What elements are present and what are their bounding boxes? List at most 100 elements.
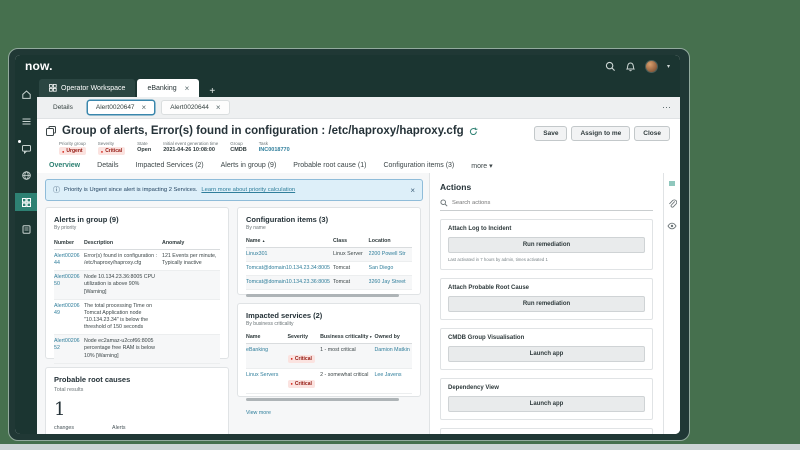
table-row[interactable]: Linux301 Linux Server 2200 Powell Str — [246, 248, 412, 263]
task-link[interactable]: INC0018770 — [259, 147, 290, 153]
red-dot-icon: ● — [100, 148, 104, 154]
total-results-label: Total results — [54, 387, 84, 393]
alerts-in-group-card: Alerts in group (9) By priority Number D… — [45, 207, 229, 379]
subtab-alert0020647[interactable]: Alert0020647 × — [86, 100, 156, 115]
overview-content: ⓘ Priority is Urgent since alert is impa… — [37, 173, 680, 434]
subtab-alert0020644[interactable]: Alert0020644 × — [161, 100, 230, 115]
close-button[interactable]: Close — [634, 126, 670, 141]
table-row[interactable]: Alert0020649 The total processing Time o… — [54, 300, 220, 336]
col-header-sortable[interactable]: Business criticality ▾ — [320, 334, 374, 340]
user-avatar[interactable] — [644, 59, 658, 73]
save-button[interactable]: Save — [534, 126, 568, 141]
add-tab-button[interactable]: + — [209, 86, 215, 97]
table-row[interactable]: eBanking ● Critical 1 - most critical Dam… — [246, 344, 412, 369]
panel-indicator-icon[interactable] — [669, 181, 675, 186]
service-owner-link[interactable]: Damion Matkin — [374, 347, 412, 365]
col-header[interactable]: Number — [54, 240, 84, 246]
app-sidebar — [15, 77, 37, 434]
col-header[interactable]: Anomaly — [162, 240, 218, 246]
run-remediation-button[interactable]: Run remediation — [448, 237, 645, 253]
launch-app-button[interactable]: Launch app — [448, 346, 645, 362]
alert-group-icon — [45, 125, 57, 137]
record-tab-bar: Details Alert0020647 × Alert0020644 × ⋯ — [37, 97, 680, 119]
meta-label: Severity — [97, 141, 115, 146]
subtab-details[interactable]: Details — [45, 100, 81, 115]
tab-operator-workspace[interactable]: Operator Workspace — [39, 79, 136, 97]
col-header-sortable[interactable]: Name ▲ — [246, 238, 333, 244]
service-owner-link[interactable]: Lee Javens — [374, 372, 412, 390]
ci-name-link[interactable]: Tomcat@domain10.134.23.34:8005 — [246, 265, 333, 272]
col-header[interactable]: Description — [84, 240, 162, 246]
ci-name-link[interactable]: Linux301 — [246, 251, 333, 258]
globe-dashboard-icon[interactable] — [15, 166, 37, 184]
priority-calculation-link[interactable]: Learn more about priority calculation — [201, 187, 295, 193]
meta-label: Priority group — [59, 141, 86, 146]
list-menu-icon[interactable] — [15, 112, 37, 130]
home-icon[interactable] — [15, 85, 37, 103]
top-chrome-bar: now. ▾ — [15, 55, 680, 77]
alert-number-link[interactable]: Alert0020644 — [54, 253, 84, 267]
close-subtab-icon[interactable]: × — [216, 103, 221, 112]
table-row[interactable]: Alert0020650 Node 10.134.23.36:8005 CPU … — [54, 271, 220, 300]
probable-root-causes-card: Probable root causes Total results 1 cha… — [45, 367, 229, 434]
workspace-grid-icon[interactable] — [15, 193, 37, 211]
card-title: Configuration items (3) — [246, 215, 329, 224]
desktop-bottom-strip — [0, 444, 800, 450]
paperclip-attachment-icon[interactable] — [668, 199, 677, 209]
event-time-value: 2021-04-26 10:08:00 — [163, 147, 215, 153]
service-name-link[interactable]: eBanking — [246, 347, 288, 365]
eye-watch-icon[interactable] — [667, 222, 677, 230]
col-header[interactable]: Owned by — [374, 334, 412, 340]
horizontal-scrollbar[interactable] — [246, 294, 399, 298]
col-header[interactable]: Class — [333, 238, 369, 244]
close-tab-icon[interactable]: × — [185, 84, 190, 93]
col-header[interactable]: Name — [246, 334, 288, 340]
main-area: Operator Workspace eBanking × + Details … — [37, 77, 680, 434]
alert-number-link[interactable]: Alert0020649 — [54, 303, 84, 332]
col-header[interactable]: Severity — [288, 334, 321, 340]
state-value: Open — [137, 147, 152, 153]
col-header[interactable]: Location — [369, 238, 412, 244]
assign-to-me-button[interactable]: Assign to me — [571, 126, 631, 141]
card-subtitle: By name — [246, 225, 266, 231]
dismiss-banner-icon[interactable]: × — [410, 186, 415, 195]
severity-value: Critical — [294, 380, 312, 387]
search-icon[interactable] — [605, 61, 616, 72]
ci-name-link[interactable]: Tomcat@domain10.134.23.36:8005 — [246, 279, 333, 286]
tab-ebanking[interactable]: eBanking × — [137, 79, 200, 97]
table-row[interactable]: Linux Servers ● Critical 2 - somewhat cri… — [246, 369, 412, 394]
card-title: Impacted services (2) — [246, 311, 323, 320]
run-remediation-button[interactable]: Run remediation — [448, 296, 645, 312]
ci-location-link[interactable]: 2200 Powell Str — [369, 251, 412, 258]
table-row[interactable]: Tomcat@domain10.134.23.34:8005 Tomcat Sa… — [246, 262, 412, 277]
card-subtitle: By business criticality — [246, 321, 294, 327]
inbox-chat-icon[interactable] — [15, 139, 37, 157]
action-card-search-google: Search Google Launch app — [440, 428, 653, 434]
subtab-overflow-icon[interactable]: ⋯ — [662, 102, 672, 113]
service-name-link[interactable]: Linux Servers — [246, 372, 288, 390]
table-row[interactable]: Alert0020652 Node ec2amaz-u2cof66:8005 p… — [54, 335, 220, 364]
record-header: Group of alerts, Error(s) found in confi… — [37, 119, 680, 178]
action-note: Last activated in 7 hours by admin, time… — [448, 257, 548, 262]
subtab-label: Details — [53, 104, 73, 111]
table-row[interactable]: Tomcat@domain10.134.23.36:8005 Tomcat 32… — [246, 276, 412, 291]
subtab-label: Alert0020647 — [95, 104, 135, 111]
alert-number-link[interactable]: Alert0020652 — [54, 338, 84, 359]
launch-app-button[interactable]: Launch app — [448, 396, 645, 412]
priority-badge: ● Urgent — [59, 147, 86, 155]
page-title: Group of alerts, Error(s) found in confi… — [62, 125, 464, 137]
view-more-link[interactable]: View more — [246, 410, 271, 416]
table-row[interactable]: Alert0020644 Error(s) found in configura… — [54, 250, 220, 272]
refresh-icon[interactable] — [469, 126, 478, 136]
ci-location-link[interactable]: San Diego — [369, 265, 412, 272]
card-title: Alerts in group (9) — [54, 215, 119, 224]
search-actions-input[interactable] — [452, 200, 602, 206]
horizontal-scrollbar[interactable] — [246, 398, 399, 401]
report-document-icon[interactable] — [15, 220, 37, 238]
close-subtab-icon[interactable]: × — [142, 103, 147, 112]
ci-location-link[interactable]: 3260 Jay Street — [369, 279, 412, 286]
notifications-bell-icon[interactable] — [625, 61, 636, 72]
action-name: Dependency View — [448, 385, 499, 391]
user-menu-caret-icon[interactable]: ▾ — [667, 63, 670, 70]
alert-number-link[interactable]: Alert0020650 — [54, 274, 84, 295]
